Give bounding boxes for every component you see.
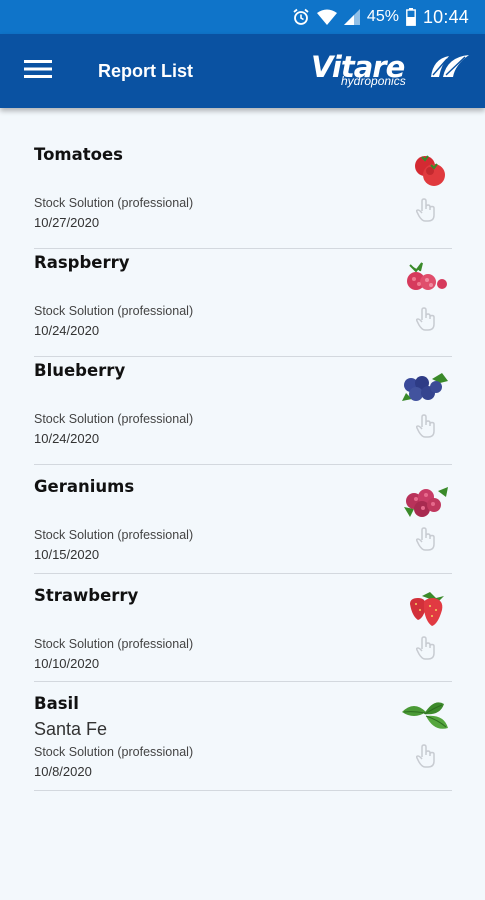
report-name: Raspberry — [34, 253, 130, 272]
touch-icon[interactable] — [415, 744, 438, 773]
touch-icon[interactable] — [415, 198, 438, 227]
report-date: 10/27/2020 — [34, 215, 100, 230]
clock: 10:44 — [422, 6, 469, 27]
report-list: Tomatoes Stock Solution (professional) 1… — [34, 128, 452, 791]
report-date: 10/15/2020 — [34, 547, 100, 562]
app-bar: Report List Vitare hydroponics — [0, 34, 485, 108]
report-location: Santa Fe — [34, 719, 108, 739]
status-bar: 45% 10:44 — [0, 0, 485, 34]
report-name: Strawberry — [34, 586, 139, 605]
report-date: 10/8/2020 — [34, 764, 92, 779]
report-item-blueberry[interactable]: Blueberry Stock Solution (professional) … — [34, 357, 452, 465]
report-item-strawberry[interactable]: Strawberry Stock Solution (professional)… — [34, 574, 452, 682]
report-item-tomatoes[interactable]: Tomatoes Stock Solution (professional) 1… — [34, 128, 452, 249]
battery-percent: 45% — [366, 8, 399, 25]
report-name: Blueberry — [34, 361, 126, 380]
report-date: 10/10/2020 — [34, 656, 100, 671]
report-date: 10/24/2020 — [34, 431, 100, 446]
report-type: Stock Solution (professional) — [34, 745, 194, 759]
report-type: Stock Solution (professional) — [34, 196, 194, 210]
raspberry-icon — [402, 257, 450, 302]
alarm-icon — [292, 8, 310, 26]
logo-subtitle: hydroponics — [341, 74, 406, 88]
report-type: Stock Solution (professional) — [34, 637, 194, 651]
report-type: Stock Solution (professional) — [34, 304, 194, 318]
touch-icon[interactable] — [415, 414, 438, 443]
geranium-icon — [402, 483, 450, 526]
tomato-icon — [410, 150, 450, 195]
report-type: Stock Solution (professional) — [34, 528, 194, 542]
hamburger-icon — [24, 59, 52, 84]
signal-icon — [343, 9, 360, 25]
report-name: Basil — [34, 694, 79, 713]
report-name: Geraniums — [34, 477, 135, 496]
blueberry-icon — [402, 369, 450, 410]
battery-icon — [406, 8, 416, 26]
strawberry-icon — [408, 590, 450, 635]
touch-icon[interactable] — [415, 307, 438, 336]
basil-icon — [400, 698, 450, 739]
report-item-geraniums[interactable]: Geraniums Stock Solution (professional) … — [34, 465, 452, 574]
menu-button[interactable] — [0, 34, 76, 108]
leaf-logo-icon — [429, 53, 471, 84]
touch-icon[interactable] — [415, 636, 438, 665]
report-date: 10/24/2020 — [34, 323, 100, 338]
report-item-raspberry[interactable]: Raspberry Stock Solution (professional) … — [34, 249, 452, 357]
report-item-basil[interactable]: Basil Santa Fe Stock Solution (professio… — [34, 682, 452, 791]
report-name: Tomatoes — [34, 145, 123, 164]
report-type: Stock Solution (professional) — [34, 412, 194, 426]
page-title: Report List — [98, 60, 194, 81]
vitare-logo: Vitare hydroponics — [311, 50, 471, 96]
touch-icon[interactable] — [415, 527, 438, 556]
wifi-icon — [316, 9, 337, 25]
